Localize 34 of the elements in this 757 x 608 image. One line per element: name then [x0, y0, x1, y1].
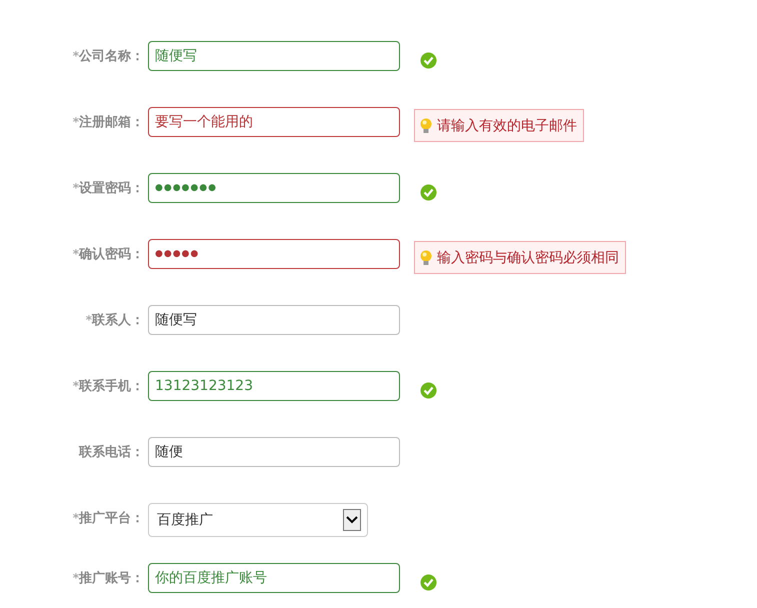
check-icon: [420, 184, 437, 201]
field-label: 推广账号：: [79, 570, 144, 587]
check-icon: [420, 574, 437, 591]
input-field[interactable]: 随便: [148, 437, 400, 467]
field-label: 设置密码：: [79, 180, 144, 197]
required-marker: *: [72, 571, 79, 585]
required-marker: *: [72, 49, 79, 63]
required-marker: *: [72, 181, 79, 195]
required-marker: *: [86, 313, 92, 327]
input-field[interactable]: 随便写: [148, 305, 400, 335]
field-label: 联系人：: [92, 312, 144, 329]
error-text: 请输入有效的电子邮件: [437, 116, 577, 134]
field-label: 确认密码：: [79, 246, 144, 263]
input-field[interactable]: 要写一个能用的: [148, 107, 400, 137]
lightbulb-icon: [420, 250, 432, 266]
input-field[interactable]: 随便写: [148, 41, 400, 71]
required-marker: *: [72, 511, 79, 525]
field-label: 联系电话：: [79, 444, 144, 461]
password-field[interactable]: ●●●●●: [148, 239, 400, 269]
field-label: 注册邮箱：: [79, 114, 144, 131]
field-label: 公司名称：: [79, 48, 144, 65]
field-label: 推广平台：: [79, 510, 144, 527]
field-label: 联系手机：: [79, 378, 144, 395]
lightbulb-icon: [420, 118, 432, 134]
check-icon: [420, 382, 437, 399]
input-field[interactable]: 13123123123: [148, 371, 400, 401]
error-text: 输入密码与确认密码必须相同: [437, 248, 619, 266]
required-marker: *: [72, 379, 79, 393]
platform-select[interactable]: 百度推广: [148, 503, 368, 537]
required-marker: *: [72, 115, 79, 129]
input-field[interactable]: 你的百度推广账号: [148, 563, 400, 593]
password-field[interactable]: ●●●●●●●: [148, 173, 400, 203]
check-icon: [420, 52, 437, 69]
required-marker: *: [72, 247, 79, 261]
